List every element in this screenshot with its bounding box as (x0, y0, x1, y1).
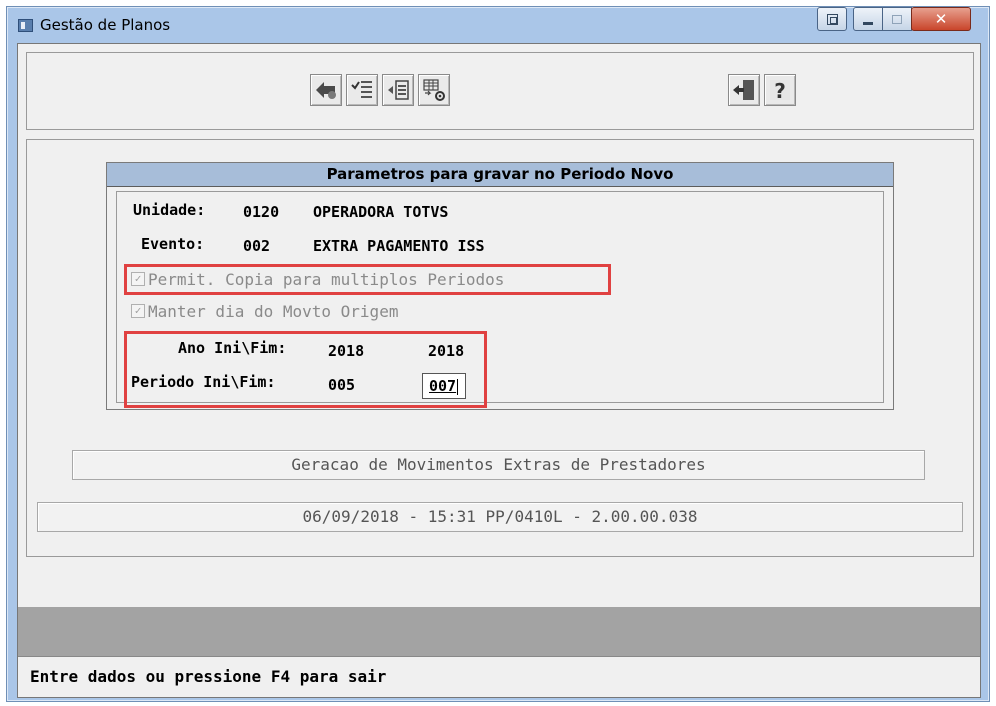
restore-icon (826, 13, 838, 25)
evento-code: 002 (243, 237, 271, 255)
evento-name: EXTRA PAGAMENTO ISS (313, 237, 485, 255)
dialog-body: Unidade: 0120 OPERADORA TOTVS Evento: 00… (116, 191, 884, 408)
list-arrow-icon (388, 80, 409, 100)
help-button[interactable]: ? (764, 74, 796, 106)
confirm-arrow-icon (316, 82, 336, 99)
maximize-button[interactable] (882, 7, 912, 31)
window-title: Gestão de Planos (40, 16, 171, 34)
checkbox-check-icon: ✓ (131, 304, 145, 318)
app-icon (18, 19, 33, 32)
version-info-field: 06/09/2018 - 15:31 PP/0410L - 2.00.00.03… (37, 502, 963, 532)
keep-origin-day-checkbox[interactable]: ✓ Manter dia do Movto Origem (131, 300, 398, 322)
toolbar: ? (26, 52, 974, 130)
minimize-icon (863, 21, 873, 25)
unidade-code: 0120 (243, 203, 280, 221)
close-icon: ✕ (934, 10, 948, 28)
exit-door-icon (733, 80, 754, 100)
help-icon: ? (770, 79, 790, 103)
program-title-field: Geracao de Movimentos Extras de Prestado… (72, 450, 925, 480)
app-window: Gestão de Planos ✕ ? Parametros para gra… (6, 6, 990, 702)
restore-window-button[interactable] (817, 7, 847, 31)
keep-origin-day-label: Manter dia do Movto Origem (148, 301, 399, 321)
close-button[interactable]: ✕ (911, 7, 971, 31)
unidade-label: Unidade: (133, 201, 206, 219)
confirm-button[interactable] (310, 74, 342, 106)
checklist-button[interactable] (346, 74, 378, 106)
highlight-box-checkbox (124, 264, 611, 295)
exit-button[interactable] (728, 74, 760, 106)
grid-settings-icon (423, 79, 445, 101)
parameters-dialog: Parametros para gravar no Periodo Novo U… (106, 162, 894, 410)
highlight-box-periods (124, 331, 487, 408)
status-message: Entre dados ou pressione F4 para sair (18, 656, 980, 697)
minimize-button[interactable] (853, 7, 883, 31)
checklist-icon (351, 81, 372, 98)
maximize-icon (892, 14, 902, 24)
unidade-name: OPERADORA TOTVS (313, 203, 449, 221)
list-button[interactable] (382, 74, 414, 106)
dialog-title: Parametros para gravar no Periodo Novo (107, 163, 893, 187)
evento-label: Evento: (141, 235, 205, 253)
client-area: ? Parametros para gravar no Periodo Novo… (17, 43, 981, 698)
content-panel: Parametros para gravar no Periodo Novo U… (26, 139, 974, 557)
grid-settings-button[interactable] (418, 74, 450, 106)
empty-message-area (18, 607, 980, 656)
svg-text:?: ? (774, 79, 786, 103)
title-bar[interactable]: Gestão de Planos ✕ (7, 7, 989, 43)
